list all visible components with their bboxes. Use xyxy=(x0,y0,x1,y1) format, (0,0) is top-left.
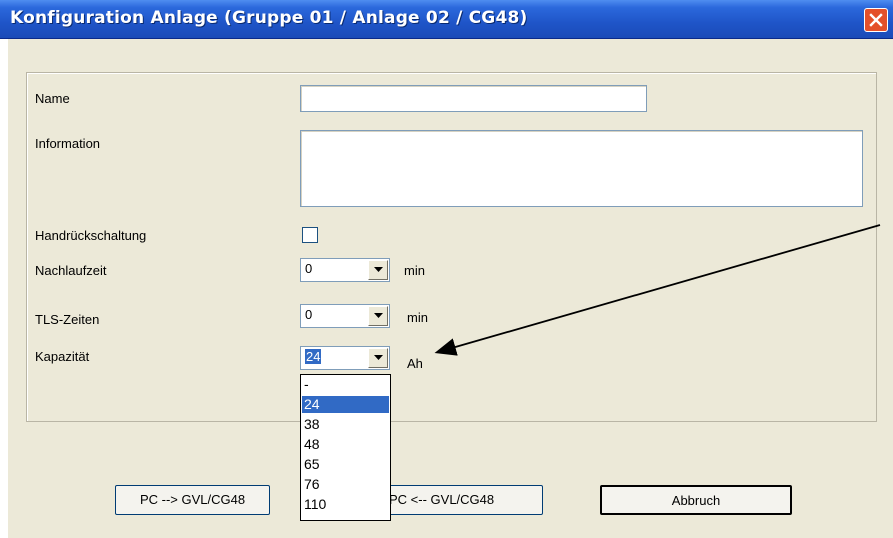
callout-arrow xyxy=(434,224,881,356)
